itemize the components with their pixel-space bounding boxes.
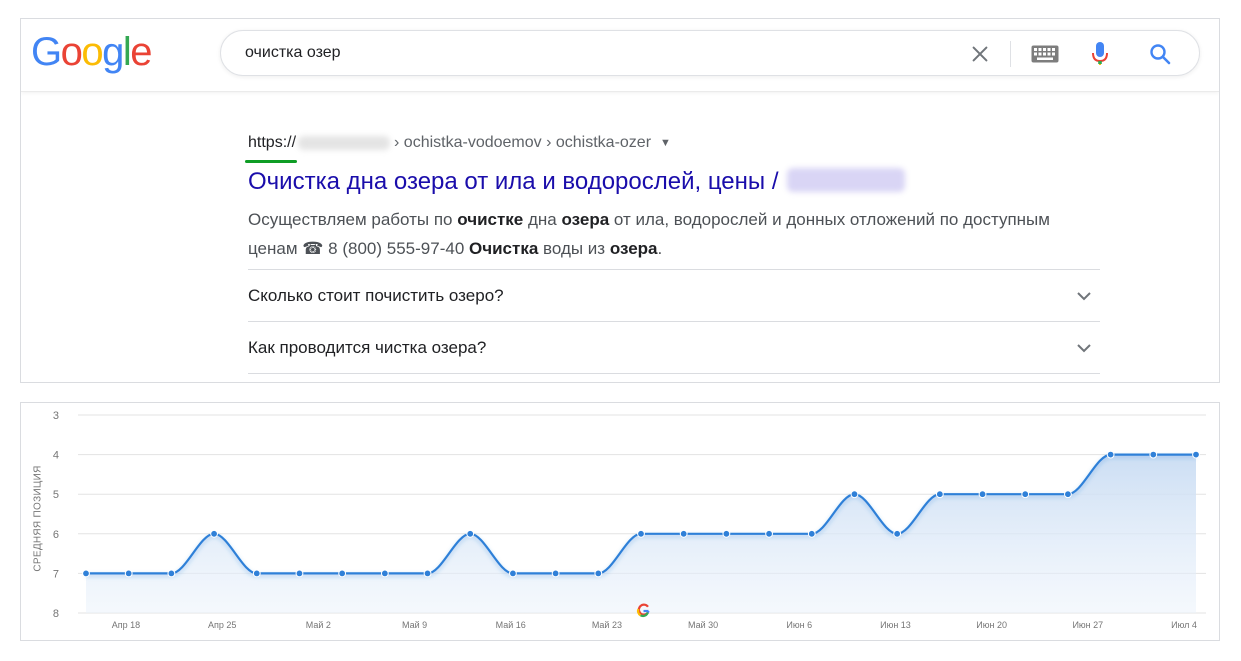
data-point xyxy=(210,529,218,538)
snippet-text: Осуществляем работы по xyxy=(248,210,458,229)
snippet-bold-text: Очистка xyxy=(469,239,539,258)
data-point xyxy=(509,569,517,578)
x-tick-label: Май 23 xyxy=(592,620,622,630)
data-point xyxy=(679,529,688,538)
x-tick-label: Июн 20 xyxy=(976,620,1007,630)
data-point xyxy=(252,569,261,578)
search-input[interactable] xyxy=(245,31,945,75)
y-tick-label: 5 xyxy=(53,489,59,501)
data-point xyxy=(935,490,944,499)
data-point xyxy=(466,529,475,538)
snippet-text: воды из xyxy=(538,239,610,258)
faq-question: Как проводится чистка озера? xyxy=(248,338,487,357)
logo-letter: o xyxy=(81,30,103,74)
data-point xyxy=(167,569,176,578)
x-tick-label: Июн 6 xyxy=(786,620,812,630)
logo-letter: e xyxy=(130,30,152,74)
data-point xyxy=(850,490,859,499)
url-scheme: https:// xyxy=(245,131,297,163)
serp-screenshot-panel: Google очистка озер https:// › ochistka-… xyxy=(20,18,1220,383)
chevron-down-icon xyxy=(1077,292,1091,301)
result-snippet: Осуществляем работы по очистке дна озера… xyxy=(248,205,1100,263)
search-header: Google xyxy=(21,19,1219,92)
result-title-link[interactable]: Очистка дна озера от ила и водорослей, ц… xyxy=(248,167,1100,197)
y-tick-label: 7 xyxy=(53,568,59,580)
x-tick-label: Май 2 xyxy=(306,620,331,630)
result-breadcrumb[interactable]: https:// › ochistka-vodoemov › ochistka-… xyxy=(245,131,1100,163)
data-point xyxy=(722,529,731,538)
close-icon[interactable] xyxy=(969,43,991,65)
x-tick-label: Май 9 xyxy=(402,620,427,630)
data-point xyxy=(637,529,645,538)
snippet-bold-text: очистке xyxy=(457,210,524,229)
result-title-text: Очистка дна озера от ила и водорослей, ц… xyxy=(248,168,779,195)
y-tick-label: 6 xyxy=(53,529,59,541)
logo-letter: l xyxy=(122,30,132,74)
data-point xyxy=(423,569,432,578)
data-point xyxy=(1192,450,1200,459)
phone-icon: ☎ xyxy=(302,239,324,258)
search-box xyxy=(220,30,1200,76)
data-point xyxy=(380,569,389,578)
x-tick-label: Май 30 xyxy=(688,620,718,630)
chevron-down-icon xyxy=(1077,344,1091,353)
snippet-text: дна xyxy=(523,210,562,229)
position-chart-panel: СРЕДНЯЯ ПОЗИЦИЯ 3 4 5 6 7 8 Апр 18 Апр 25 Май 2М… xyxy=(20,402,1220,641)
logo-letter: o xyxy=(60,30,83,74)
logo-letter: g xyxy=(102,30,124,74)
x-tick-label: Апр 25 xyxy=(208,620,236,630)
data-point xyxy=(1064,490,1072,499)
x-tick-label: Май 16 xyxy=(496,620,526,630)
snippet-bold-text: озера xyxy=(609,239,658,258)
faq-question: Сколько стоит почистить озеро? xyxy=(248,286,504,305)
data-point xyxy=(1021,490,1030,499)
faq-list: Сколько стоит почистить озеро? Как прово… xyxy=(248,269,1100,374)
data-point xyxy=(124,569,133,578)
search-result: https:// › ochistka-vodoemov › ochistka-… xyxy=(245,131,1100,374)
position-chart: 3 4 5 6 7 8 Апр 18 Апр 25 Май 2 Май 9 Май 16 Май 23… xyxy=(53,410,1206,630)
blurred-site-name xyxy=(786,168,905,192)
x-tick-label: Июн 13 xyxy=(880,620,911,630)
faq-item[interactable]: Сколько стоит почистить озеро? xyxy=(248,270,1100,322)
x-tick-label: Апр 18 xyxy=(112,620,140,630)
mic-icon[interactable] xyxy=(1091,41,1109,67)
y-tick-label: 8 xyxy=(53,608,59,620)
data-point xyxy=(1106,450,1115,459)
url-scheme-text: https:// xyxy=(248,134,297,151)
search-icon[interactable] xyxy=(1148,42,1172,66)
caret-down-icon[interactable]: ▼ xyxy=(660,131,671,155)
data-point xyxy=(594,569,603,578)
data-point xyxy=(295,569,304,578)
blurred-domain xyxy=(298,135,391,150)
url-path: › ochistka-vodoemov › ochistka-ozer xyxy=(394,134,652,151)
keyboard-icon[interactable] xyxy=(1031,45,1059,63)
data-point xyxy=(765,529,773,538)
snippet-text: . xyxy=(657,239,663,258)
data-point xyxy=(1149,450,1158,459)
snippet-bold-text: озера xyxy=(561,210,610,229)
data-point xyxy=(893,529,902,538)
faq-item[interactable]: Как проводится чистка озера? xyxy=(248,322,1100,374)
data-point xyxy=(978,490,987,499)
google-logo[interactable]: Google xyxy=(31,30,152,74)
search-divider xyxy=(1010,41,1011,67)
data-point xyxy=(807,529,816,538)
https-highlight-underline xyxy=(245,160,297,163)
data-point xyxy=(82,569,90,578)
logo-letter: G xyxy=(31,30,62,74)
x-tick-label: Июл 4 xyxy=(1171,620,1197,630)
data-point xyxy=(551,569,560,578)
snippet-text: 8 (800) 555-97-40 xyxy=(323,239,469,258)
y-tick-label: 3 xyxy=(53,410,59,422)
y-tick-label: 4 xyxy=(53,450,59,462)
x-tick-label: Июн 27 xyxy=(1072,620,1103,630)
data-point xyxy=(338,569,347,578)
